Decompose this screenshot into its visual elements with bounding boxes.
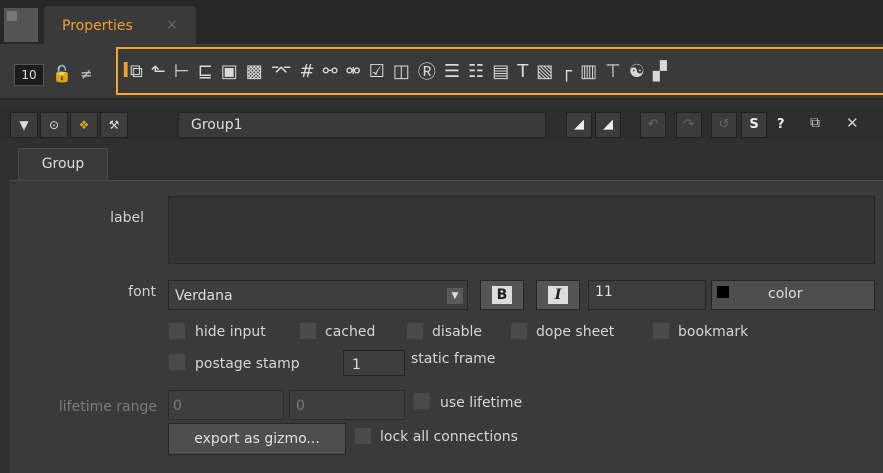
font-field[interactable]: Verdana	[168, 280, 468, 310]
centre-node-icon[interactable]: ❖	[70, 112, 98, 138]
knob-format-icon[interactable]: ▩	[246, 61, 263, 82]
color-swatch	[717, 286, 729, 298]
color-button-label: color	[768, 286, 803, 302]
hide-input-label: hide input	[195, 324, 266, 340]
lock-icon[interactable]: 🔓	[52, 63, 72, 85]
lifetime-end-input[interactable]: 0	[289, 390, 405, 420]
bookmark-label: bookmark	[678, 324, 749, 340]
knob-box-icon[interactable]: ▣	[221, 61, 238, 82]
knob-tab-icon[interactable]: ┌	[561, 61, 572, 82]
clear-panels-icon[interactable]: ≠	[80, 63, 93, 85]
knob-type-toolbar: ⧉ ⬑ ⊢ ⊑ ▣ ▩ ⌤ # ⚯ ⚮ ☑ ◫ Ⓡ ☰ ☷ ▤ T ▧ ┌ ▥ …	[130, 56, 883, 86]
postage-stamp-label: postage stamp	[195, 356, 300, 372]
redo-icon[interactable]: ↷	[676, 112, 702, 138]
close-panel-icon[interactable]: ✕	[846, 114, 859, 132]
cached-label: cached	[325, 324, 376, 340]
undo-icon[interactable]: ↶	[640, 112, 666, 138]
knob-title-icon[interactable]: T	[517, 61, 528, 82]
max-panels-input[interactable]: 10	[14, 64, 44, 86]
knob-list-icon[interactable]: ▤	[492, 61, 509, 82]
lock-all-connections-label: lock all connections	[380, 429, 518, 445]
bookmark-checkbox[interactable]	[652, 322, 670, 340]
tab-properties-label: Properties	[62, 18, 133, 34]
knob-color-icon[interactable]: ⚯	[323, 61, 338, 82]
font-size-field[interactable]: 11	[588, 280, 706, 310]
dope-sheet-checkbox[interactable]	[510, 322, 528, 340]
knob-input-icon[interactable]: ⧉	[130, 61, 143, 82]
knob-pulldown-icon[interactable]: ◫	[393, 61, 410, 82]
lifetime-start-input[interactable]: 0	[168, 390, 284, 420]
label-knob-label: label	[110, 210, 144, 226]
s-button[interactable]: S	[741, 112, 767, 138]
hide-input-checkbox[interactable]	[168, 322, 186, 340]
knob-multiline-icon[interactable]: ☷	[468, 61, 484, 82]
node-color-icon[interactable]: ◢	[566, 112, 592, 138]
knob-group-icon[interactable]: ▥	[580, 61, 597, 82]
wrench-icon[interactable]: ⚒	[100, 112, 128, 138]
knob-checkbox-icon[interactable]: ☑	[369, 61, 385, 82]
tile-color-icon[interactable]: ◢	[595, 112, 621, 138]
tab-group[interactable]: Group	[18, 148, 108, 180]
knob-divider-icon[interactable]: ☯	[629, 61, 645, 82]
knob-xyz-icon[interactable]: ⊢	[174, 61, 190, 82]
chevron-down-icon[interactable]: ▼	[447, 288, 463, 304]
bold-label: B	[492, 286, 512, 304]
italic-button[interactable]: I	[536, 280, 580, 310]
dope-sheet-label: dope sheet	[536, 324, 615, 340]
collapse-icon[interactable]: ▼	[10, 112, 38, 138]
knob-file-icon[interactable]: ▧	[536, 61, 553, 82]
node-name-field[interactable]: Group1	[178, 112, 546, 138]
revert-icon[interactable]: ↺	[711, 112, 737, 138]
knob-cursor-icon[interactable]: I	[122, 58, 129, 82]
pane-menu-handle[interactable]	[4, 8, 38, 42]
disable-checkbox[interactable]	[406, 322, 424, 340]
postage-frame-input[interactable]: 1	[343, 350, 405, 376]
knob-spacer-icon[interactable]: ▞	[653, 61, 667, 82]
use-lifetime-checkbox[interactable]	[413, 392, 431, 410]
disable-label: disable	[432, 324, 483, 340]
lock-all-connections-checkbox[interactable]	[354, 427, 372, 445]
export-gizmo-button[interactable]: export as gizmo...	[168, 423, 346, 455]
knob-python-icon[interactable]: Ⓡ	[418, 58, 436, 84]
knob-color-alpha-icon[interactable]: ⚮	[346, 61, 361, 82]
font-knob-label: font	[128, 284, 156, 300]
float-panel-icon[interactable]: ⧉	[810, 115, 820, 131]
knob-uv-icon[interactable]: ⊑	[198, 61, 213, 82]
knob-label-icon[interactable]: ⊤	[605, 61, 621, 82]
static-frame-label: static frame	[411, 351, 496, 367]
knob-text-icon[interactable]: ☰	[444, 61, 460, 82]
cached-checkbox[interactable]	[299, 322, 317, 340]
lifetime-range-label: lifetime range	[58, 399, 157, 415]
bold-button[interactable]: B	[480, 280, 524, 310]
close-icon[interactable]: ×	[166, 17, 178, 33]
knob-int-icon[interactable]: #	[299, 61, 314, 82]
label-textarea[interactable]	[168, 196, 875, 264]
use-lifetime-label: use lifetime	[440, 395, 523, 411]
knob-xy-icon[interactable]: ⬑	[151, 61, 166, 82]
postage-stamp-checkbox[interactable]	[168, 353, 186, 371]
help-button[interactable]: ?	[777, 117, 785, 132]
italic-label: I	[548, 286, 568, 304]
knob-curve-icon[interactable]: ⌤	[271, 61, 292, 82]
view-node-icon[interactable]: ⊙	[40, 112, 68, 138]
